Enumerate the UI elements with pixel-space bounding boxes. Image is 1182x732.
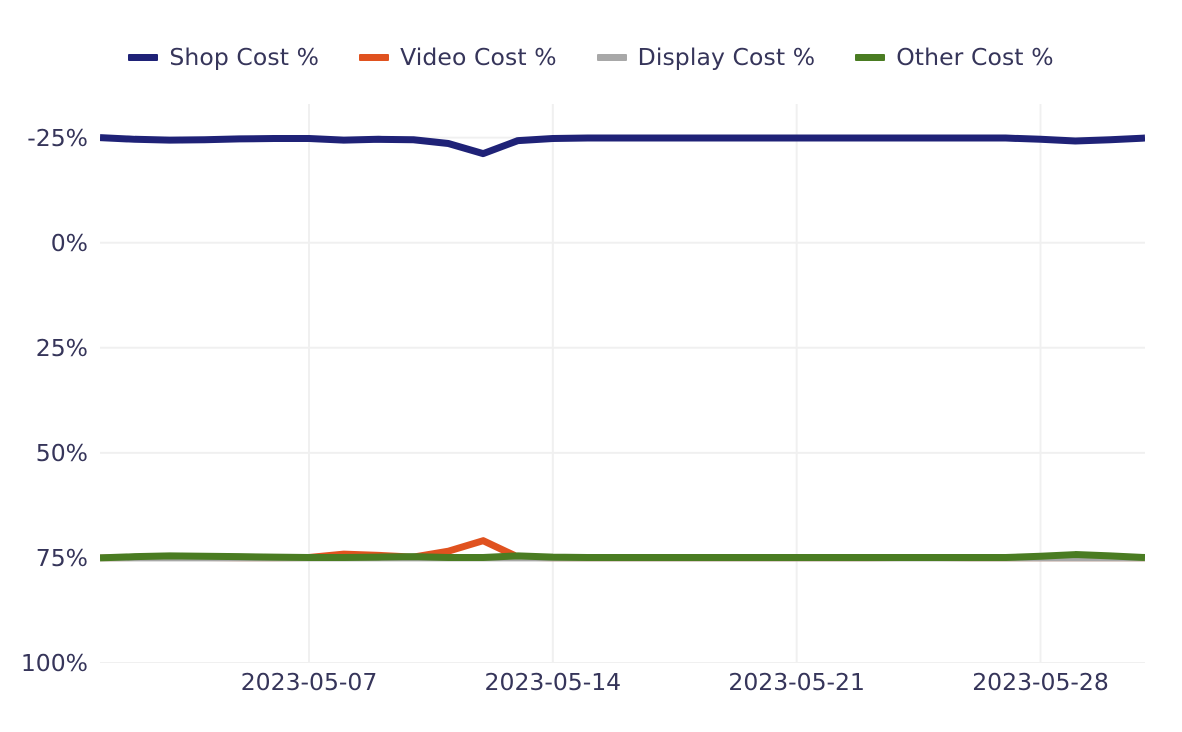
x-axis-tick-label: 2023-05-28 xyxy=(972,668,1109,696)
x-axis-tick-label: 2023-05-07 xyxy=(240,668,378,696)
x-axis-tick-label: 2023-05-14 xyxy=(484,668,622,696)
x-axis-tick-label: 2023-05-21 xyxy=(728,668,865,696)
x-axis: 2023-05-07 2023-05-14 2023-05-21 2023-05-28 xyxy=(0,0,1182,732)
line-chart: Shop Cost % Video Cost % Display Cost % Oth… xyxy=(0,0,1182,732)
